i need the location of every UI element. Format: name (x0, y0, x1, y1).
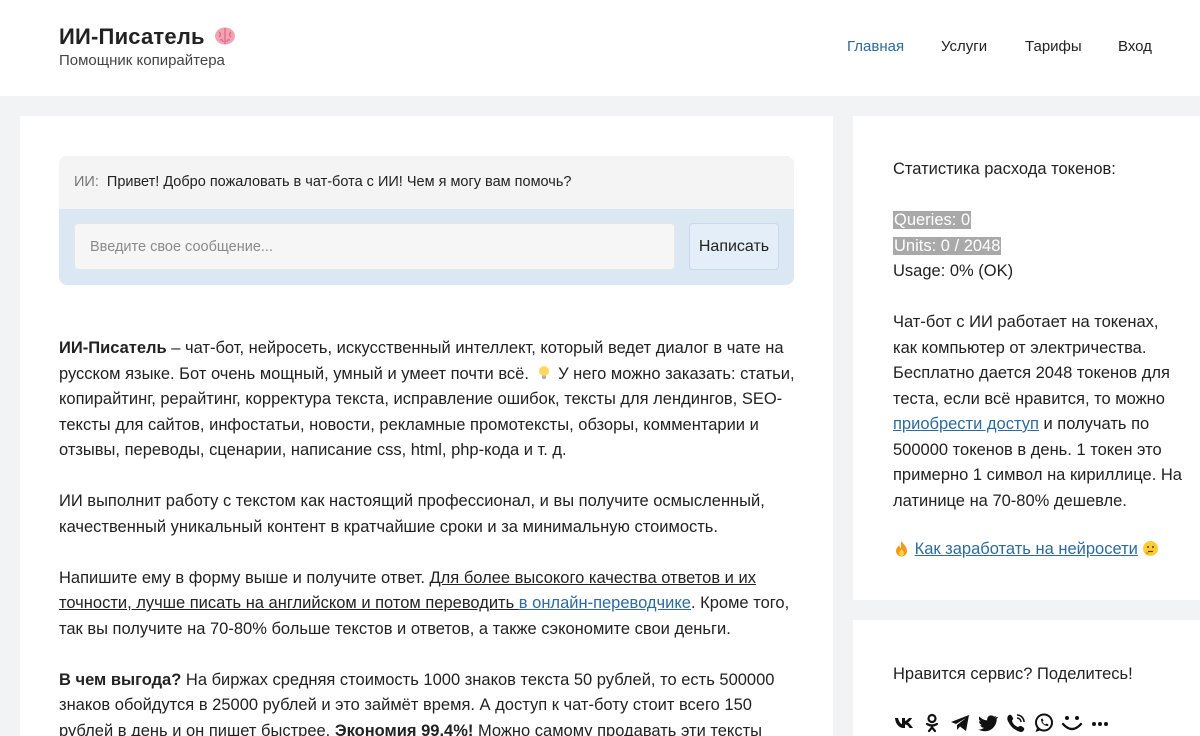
brain-icon (215, 27, 236, 45)
more-icon[interactable] (1089, 712, 1111, 734)
article-paragraph: Напишите ему в форму выше и получите отв… (59, 568, 790, 638)
chat-message: ИИ: Привет! Добро пожаловать в чат-бота … (59, 156, 794, 209)
share-title: Нравится сервис? Поделитесь! (893, 665, 1133, 683)
vk-icon[interactable] (893, 712, 915, 734)
token-stats: Queries: 0 Units: 0 / 2048 Usage: 0% (OK… (893, 208, 1183, 285)
nav-item-home[interactable]: Главная (847, 38, 904, 55)
chat-message-text: Привет! Добро пожаловать в чат-бота с ИИ… (106, 174, 572, 190)
thinking-face-icon (1143, 541, 1159, 556)
site-title-text[interactable]: ИИ-Писатель (59, 24, 205, 49)
viber-icon[interactable] (1005, 712, 1027, 734)
translator-link[interactable]: в онлайн-переводчике (519, 594, 691, 612)
chat-sender: ИИ: (74, 174, 99, 190)
nav-item-login[interactable]: Вход (1118, 38, 1152, 55)
earn-line: Как заработать на нейросети (893, 537, 1183, 563)
article-paragraph: ИИ выполнит работу с текстом как настоящ… (59, 492, 765, 536)
lightbulb-icon (538, 365, 549, 379)
chat-input[interactable] (74, 223, 675, 270)
usage-status: Usage: 0% (OK) (893, 262, 1014, 280)
whatsapp-icon[interactable] (1033, 712, 1055, 734)
token-stats-widget: Статистика расхода токенов: Queries: 0 U… (853, 116, 1200, 600)
moimir-icon[interactable] (1061, 712, 1083, 734)
stats-title: Статистика расхода токенов: (893, 160, 1116, 178)
buy-access-link[interactable]: приобрести доступ (893, 415, 1039, 433)
twitter-icon[interactable] (977, 712, 999, 734)
earn-link[interactable]: Как заработать на нейросети (915, 540, 1138, 558)
fire-icon (896, 541, 907, 557)
article-body: ИИ-Писатель – чат-бот, нейросеть, искусс… (59, 336, 799, 736)
share-widget: Нравится сервис? Поделитесь! (853, 620, 1200, 736)
send-button[interactable]: Написать (689, 223, 779, 270)
article-paragraph: В чем выгода? На биржах средняя стоимост… (59, 670, 775, 736)
site-title[interactable]: ИИ-Писатель (59, 24, 236, 50)
nav-item-pricing[interactable]: Тарифы (1025, 38, 1082, 55)
nav-item-services[interactable]: Услуги (941, 38, 987, 55)
telegram-icon[interactable] (949, 712, 971, 734)
product-name: ИИ-Писатель (59, 339, 167, 357)
site-header: ИИ-Писатель Помощник копирайтера Главная… (0, 0, 1200, 96)
odnoklassniki-icon[interactable] (921, 712, 943, 734)
main-content: ИИ: Привет! Добро пожаловать в чат-бота … (20, 116, 833, 736)
queries-count: Queries: 0 (893, 211, 972, 229)
site-tagline: Помощник копирайтера (59, 52, 225, 69)
chat-widget: ИИ: Привет! Добро пожаловать в чат-бота … (59, 156, 794, 285)
token-info: Чат-бот с ИИ работает на токенах, как ко… (893, 313, 1182, 510)
article-paragraph: ИИ-Писатель – чат-бот, нейросеть, искусс… (59, 339, 795, 459)
units-count: Units: 0 / 2048 (893, 236, 1002, 255)
